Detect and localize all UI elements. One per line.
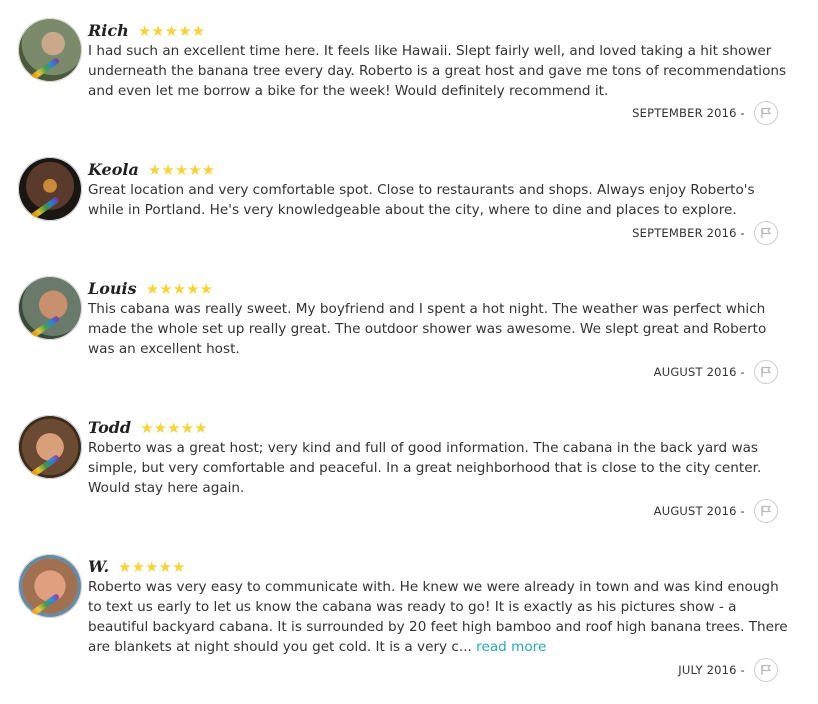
star-icon: ★ <box>118 558 132 576</box>
star-icon: ★ <box>171 558 186 576</box>
report-flag-button[interactable] <box>754 499 778 523</box>
report-flag-button[interactable] <box>754 360 778 384</box>
star-icon: ★ <box>186 280 200 298</box>
review-text: Roberto was a great host; very kind and … <box>88 440 762 496</box>
star-icon: ★ <box>145 280 160 298</box>
star-icon: ★ <box>194 419 208 437</box>
reviewer-name[interactable]: Todd <box>88 418 131 437</box>
review-date: SEPTEMBER 2016 - <box>632 226 745 240</box>
star-icon: ★ <box>191 22 206 40</box>
review-text: This cabana was really sweet. My boyfrie… <box>88 301 767 357</box>
star-icon: ★ <box>178 22 192 40</box>
rainbow-badge <box>23 196 61 221</box>
read-more-link[interactable]: read more <box>476 639 546 655</box>
star-rating: ★★★★★ <box>138 21 205 40</box>
star-rating: ★★★★★ <box>118 557 185 576</box>
star-icon: ★ <box>199 280 213 298</box>
report-flag-button[interactable] <box>754 221 778 245</box>
star-rating: ★★★★★ <box>140 418 207 437</box>
star-rating: ★★★★★ <box>146 279 213 298</box>
avatar[interactable] <box>18 554 82 618</box>
star-icon: ★ <box>151 22 165 40</box>
avatar[interactable] <box>18 18 82 82</box>
review-text: Roberto was very easy to communicate wit… <box>88 577 788 657</box>
star-icon: ★ <box>188 161 202 179</box>
star-icon: ★ <box>161 161 175 179</box>
star-icon: ★ <box>131 558 146 576</box>
reviewer-name[interactable]: Rich <box>88 21 129 40</box>
star-icon: ★ <box>172 280 187 298</box>
rainbow-badge <box>23 454 61 479</box>
review-date: AUGUST 2016 - <box>653 504 745 518</box>
flag-icon <box>761 227 772 238</box>
star-icon: ★ <box>167 419 181 437</box>
star-rating: ★★★★★ <box>148 160 215 179</box>
star-icon: ★ <box>180 419 195 437</box>
rainbow-badge <box>23 315 61 340</box>
star-icon: ★ <box>174 161 189 179</box>
star-icon: ★ <box>164 22 179 40</box>
star-icon: ★ <box>140 419 154 437</box>
star-icon: ★ <box>159 280 173 298</box>
report-flag-button[interactable] <box>754 658 778 682</box>
rainbow-badge <box>23 593 61 618</box>
review-date: AUGUST 2016 - <box>653 365 745 379</box>
star-icon: ★ <box>201 161 216 179</box>
reviewer-name[interactable]: W. <box>88 557 109 576</box>
flag-icon <box>761 664 772 675</box>
avatar[interactable] <box>18 157 82 221</box>
review-text: I had such an excellent time here. It fe… <box>88 43 787 99</box>
star-icon: ★ <box>145 558 159 576</box>
report-flag-button[interactable] <box>754 101 778 125</box>
reviewer-name[interactable]: Keola <box>88 160 139 179</box>
star-icon: ★ <box>158 558 172 576</box>
star-icon: ★ <box>147 161 162 179</box>
star-icon: ★ <box>137 22 152 40</box>
review-date: SEPTEMBER 2016 - <box>632 106 745 120</box>
rainbow-badge <box>23 57 61 82</box>
reviewer-name[interactable]: Louis <box>88 279 137 298</box>
flag-icon <box>761 505 772 516</box>
flag-icon <box>761 107 772 118</box>
review-date: JULY 2016 - <box>678 663 745 677</box>
review-text: Great location and very comfortable spot… <box>88 182 755 218</box>
star-icon: ★ <box>153 419 168 437</box>
avatar[interactable] <box>18 415 82 479</box>
flag-icon <box>761 366 772 377</box>
avatar[interactable] <box>18 276 82 340</box>
review-text-truncated: Roberto was very easy to communicate wit… <box>88 579 788 655</box>
